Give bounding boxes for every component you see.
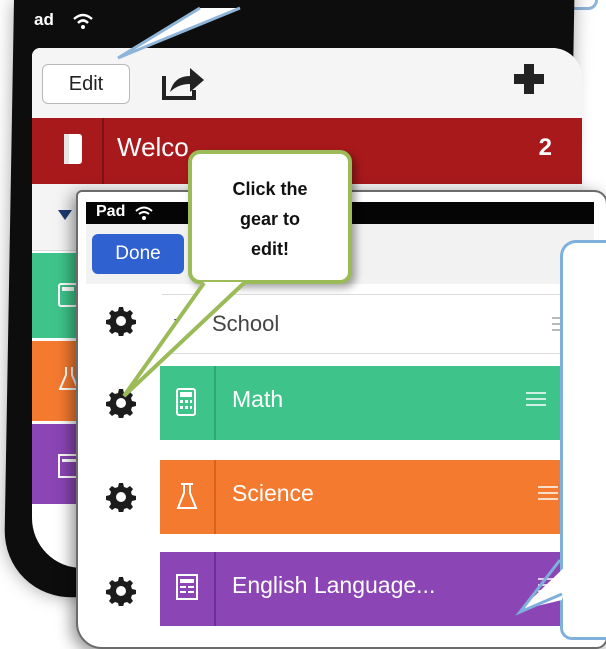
welcome-count: 2 [538, 134, 552, 161]
category-list: School Math Science English Language... [86, 284, 594, 639]
category-label: Math [232, 386, 284, 412]
gear-tip-callout: Click the gear to edit! [188, 150, 352, 284]
done-button[interactable]: Done [92, 234, 184, 274]
reorder-handle-icon[interactable] [526, 392, 546, 410]
reorder-handle-icon[interactable] [538, 486, 558, 504]
share-icon[interactable] [160, 62, 208, 102]
gear-icon[interactable] [106, 388, 136, 418]
book-icon [64, 134, 82, 164]
disclosure-triangle-icon [174, 319, 184, 327]
back-toolbar: Edit [32, 48, 582, 119]
gear-icon[interactable] [106, 306, 136, 336]
reorder-handle-icon[interactable] [538, 578, 558, 596]
calculator-icon [176, 388, 196, 416]
category-label: Science [232, 480, 314, 506]
front-status-text: Pad [96, 203, 126, 220]
school-group-row[interactable]: School [162, 294, 588, 354]
category-label: English Language... [232, 572, 436, 598]
disclosure-triangle-icon [58, 210, 72, 220]
book-icon [176, 574, 198, 600]
callout-text-line3: edit! [251, 239, 289, 259]
category-row-math[interactable]: Math [160, 366, 592, 440]
welcome-label: Welco [117, 132, 189, 162]
flask-icon [176, 483, 198, 509]
right-callout-box [560, 240, 606, 640]
wifi-icon [135, 206, 153, 220]
callout-text-line1: Click the [232, 179, 308, 199]
category-row-science[interactable]: Science [160, 460, 578, 534]
edit-button[interactable]: Edit [42, 64, 130, 104]
callout-text-line2: gear to [239, 209, 300, 229]
gear-icon[interactable] [106, 576, 136, 606]
wifi-icon [73, 13, 93, 29]
back-status-text: ad [34, 10, 54, 29]
category-row-english[interactable]: English Language... [160, 552, 578, 626]
gear-icon[interactable] [106, 482, 136, 512]
school-label: School [212, 311, 280, 336]
calculator-icon [58, 283, 78, 307]
plus-icon[interactable] [512, 62, 546, 96]
